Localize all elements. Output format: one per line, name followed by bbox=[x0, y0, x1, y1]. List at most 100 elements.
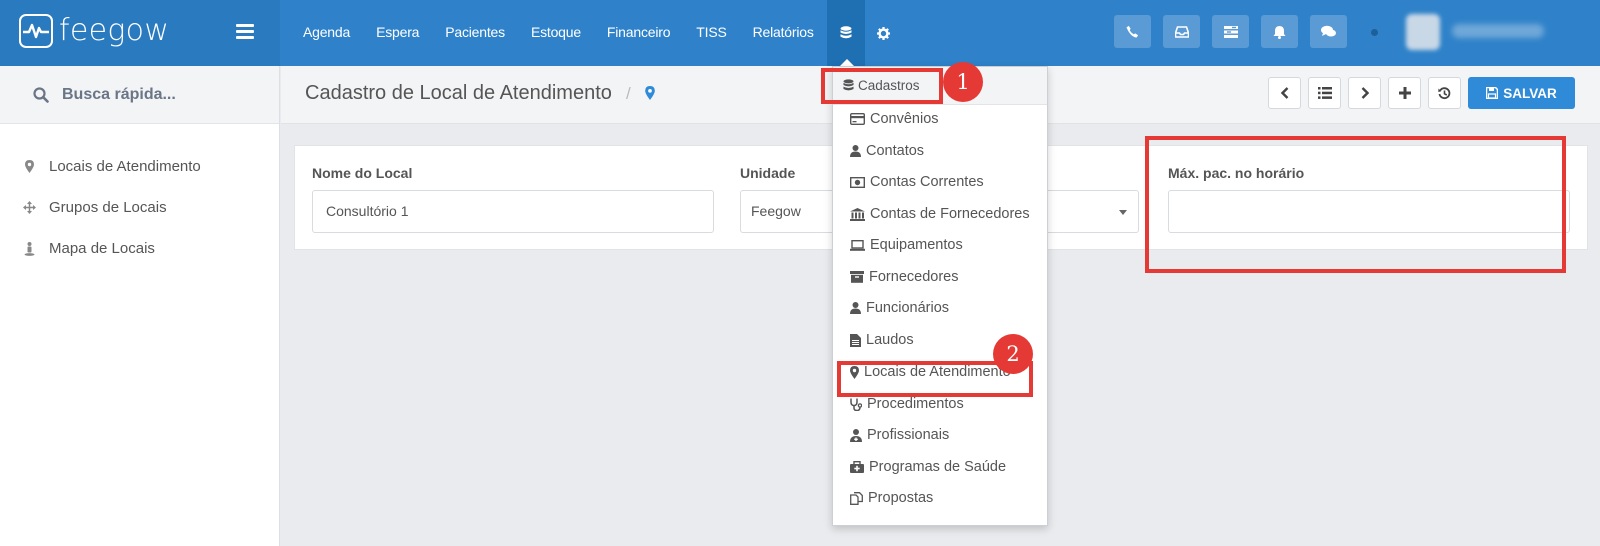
nav-estoque[interactable]: Estoque bbox=[518, 0, 594, 66]
feegow-logo-icon[interactable] bbox=[19, 14, 53, 48]
nav-relatorios[interactable]: Relatórios bbox=[740, 0, 827, 66]
history-button[interactable] bbox=[1428, 77, 1461, 109]
menu-item-contas-correntes[interactable]: Contas Correntes bbox=[833, 168, 1047, 196]
nav-tiss[interactable]: TISS bbox=[683, 0, 739, 66]
menu-item-label: Funcionários bbox=[866, 300, 950, 316]
menu-item-funcionarios[interactable]: Funcionários bbox=[833, 294, 1047, 322]
menu-item-label: Contatos bbox=[866, 143, 925, 159]
menu-item-convenios[interactable]: Convênios bbox=[833, 105, 1047, 133]
laptop-icon bbox=[850, 239, 865, 251]
arrows-icon bbox=[23, 201, 36, 214]
sidebar-item-label: Grupos de Locais bbox=[49, 199, 167, 216]
phone-icon[interactable] bbox=[1114, 15, 1151, 48]
menu-item-label: Contas de Fornecedores bbox=[870, 206, 1030, 222]
breadcrumb-separator: / bbox=[626, 84, 631, 103]
sidebar-item-grupos[interactable]: Grupos de Locais bbox=[0, 187, 279, 228]
menu-toggle-icon[interactable] bbox=[236, 24, 254, 39]
add-button[interactable] bbox=[1388, 77, 1421, 109]
menu-item-label: Laudos bbox=[866, 332, 914, 348]
archive-icon bbox=[850, 271, 864, 283]
user-icon bbox=[850, 145, 861, 157]
max-pac-input[interactable] bbox=[1168, 190, 1570, 233]
menu-item-propostas[interactable]: Propostas bbox=[833, 484, 1047, 512]
file-text-icon bbox=[850, 333, 861, 347]
menu-item-equipamentos[interactable]: Equipamentos bbox=[833, 231, 1047, 259]
files-icon bbox=[850, 491, 863, 505]
avatar[interactable] bbox=[1406, 14, 1440, 50]
menu-item-label: Convênios bbox=[870, 111, 939, 127]
chevron-left-icon bbox=[1280, 87, 1288, 99]
unidade-label: Unidade bbox=[740, 165, 796, 181]
next-button[interactable] bbox=[1348, 77, 1381, 109]
chevron-right-icon bbox=[1361, 87, 1369, 99]
menu-item-programas-saude[interactable]: Programas de Saúde bbox=[833, 453, 1047, 481]
brand-name[interactable]: feegow bbox=[59, 13, 169, 48]
list-button[interactable] bbox=[1308, 77, 1341, 109]
menu-item-contatos[interactable]: Contatos bbox=[833, 137, 1047, 165]
status-dot bbox=[1371, 29, 1378, 36]
bell-icon[interactable] bbox=[1261, 15, 1298, 48]
map-marker-icon bbox=[645, 86, 655, 105]
database-icon[interactable] bbox=[826, 0, 865, 66]
database-icon bbox=[843, 79, 854, 91]
nav-pacientes[interactable]: Pacientes bbox=[432, 0, 518, 66]
map-marker-icon bbox=[23, 160, 36, 173]
main-nav: Agenda Espera Pacientes Estoque Financei… bbox=[290, 0, 903, 66]
search-icon bbox=[33, 86, 49, 103]
sidebar-item-mapa[interactable]: Mapa de Locais bbox=[0, 228, 279, 269]
menu-item-fornecedores[interactable]: Fornecedores bbox=[833, 263, 1047, 291]
save-icon bbox=[1486, 87, 1499, 99]
nav-financeiro[interactable]: Financeiro bbox=[594, 0, 683, 66]
menu-item-label: Profissionais bbox=[867, 427, 950, 443]
previous-button[interactable] bbox=[1268, 77, 1301, 109]
sidebar-item-label: Locais de Atendimento bbox=[49, 158, 201, 175]
menu-item-profissionais[interactable]: Profissionais bbox=[833, 421, 1047, 449]
top-navbar: feegow Agenda Espera Pacientes Estoque F… bbox=[0, 0, 1600, 66]
dropdown-header[interactable]: Cadastros bbox=[833, 67, 1047, 105]
cadastros-dropdown: Cadastros Convênios Contatos Contas Corr… bbox=[832, 66, 1048, 526]
save-button-label: SALVAR bbox=[1503, 85, 1557, 101]
menu-item-label: Contas Correntes bbox=[870, 174, 984, 190]
user-icon bbox=[850, 302, 861, 314]
sidebar: Busca rápida... Locais de Atendimento Gr… bbox=[0, 66, 280, 546]
nome-local-input[interactable]: Consultório 1 bbox=[312, 190, 714, 233]
street-view-icon bbox=[23, 241, 36, 256]
map-marker-icon bbox=[850, 365, 859, 379]
dropdown-header-label: Cadastros bbox=[858, 78, 920, 93]
inbox-icon[interactable] bbox=[1163, 15, 1200, 48]
menu-item-label: Programas de Saúde bbox=[869, 459, 1007, 475]
menu-item-laudos[interactable]: Laudos bbox=[833, 326, 1047, 354]
list-icon bbox=[1317, 87, 1332, 99]
gear-icon[interactable] bbox=[865, 0, 903, 66]
menu-item-label: Equipamentos bbox=[870, 237, 963, 253]
logo-area: feegow bbox=[0, 0, 280, 66]
save-button[interactable]: SALVAR bbox=[1468, 77, 1575, 109]
top-actions bbox=[1114, 15, 1347, 48]
credit-card-icon bbox=[850, 113, 865, 125]
plus-icon bbox=[1398, 87, 1411, 99]
sidebar-list: Locais de Atendimento Grupos de Locais M… bbox=[0, 124, 279, 269]
chat-icon[interactable] bbox=[1310, 15, 1347, 48]
user-md-icon bbox=[850, 428, 862, 442]
menu-item-label: Procedimentos bbox=[867, 396, 964, 412]
page-title: Cadastro de Local de Atendimento bbox=[305, 82, 612, 104]
menu-item-label: Locais de Atendimento bbox=[864, 364, 1011, 380]
money-icon bbox=[850, 176, 865, 188]
history-icon bbox=[1438, 86, 1451, 99]
menu-item-procedimentos[interactable]: Procedimentos bbox=[833, 390, 1047, 418]
bank-icon bbox=[850, 207, 865, 221]
quick-search-label: Busca rápida... bbox=[62, 85, 176, 103]
nav-espera[interactable]: Espera bbox=[363, 0, 432, 66]
user-name-blurred[interactable] bbox=[1452, 24, 1544, 38]
sidebar-item-locais[interactable]: Locais de Atendimento bbox=[0, 146, 279, 187]
caret-down-icon bbox=[1119, 210, 1127, 215]
medkit-icon bbox=[850, 461, 864, 473]
nome-local-label: Nome do Local bbox=[312, 165, 413, 181]
menu-item-contas-fornecedores[interactable]: Contas de Fornecedores bbox=[833, 200, 1047, 228]
tasks-icon[interactable] bbox=[1212, 15, 1249, 48]
sidebar-item-label: Mapa de Locais bbox=[49, 240, 155, 257]
unidade-selected-value: Feegow bbox=[751, 203, 801, 219]
nav-agenda[interactable]: Agenda bbox=[290, 0, 363, 66]
quick-search[interactable]: Busca rápida... bbox=[0, 66, 279, 124]
menu-item-locais-atendimento[interactable]: Locais de Atendimento bbox=[833, 358, 1047, 386]
